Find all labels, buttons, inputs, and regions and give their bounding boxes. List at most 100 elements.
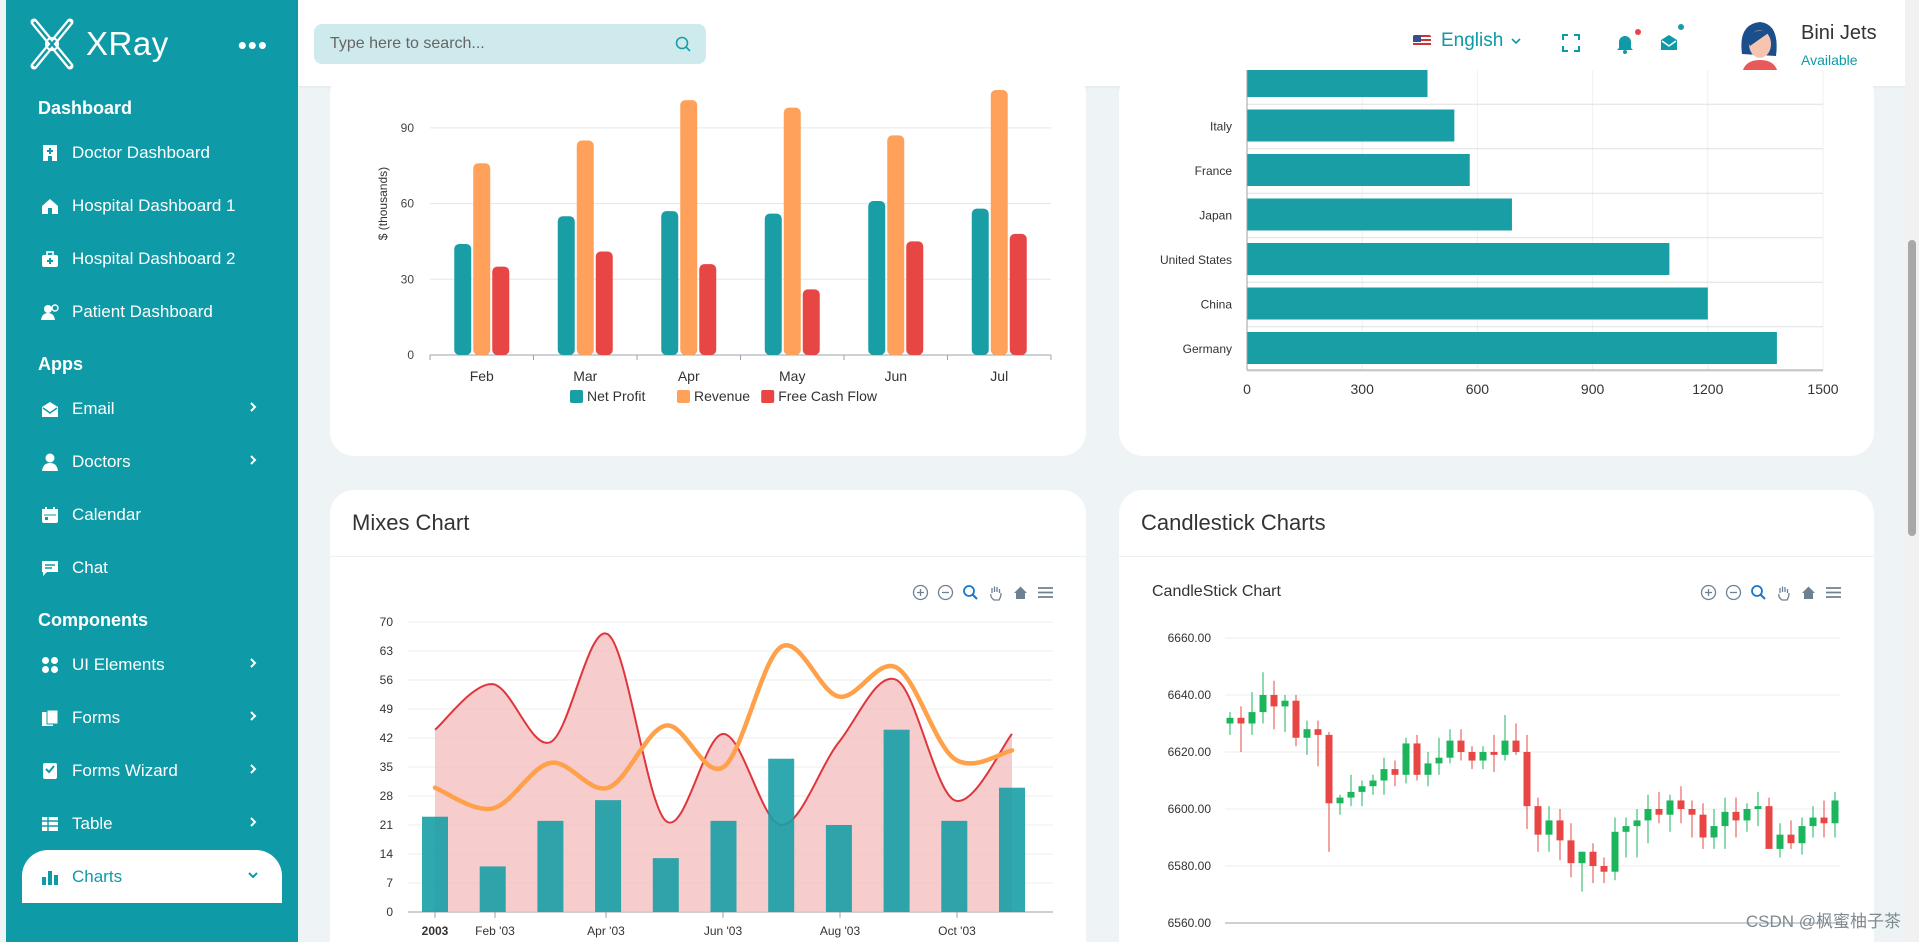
user-avatar[interactable] bbox=[1734, 14, 1784, 74]
y-tick-label: 0 bbox=[386, 905, 393, 919]
bar bbox=[1247, 70, 1428, 97]
calendar-icon bbox=[40, 505, 60, 525]
column-bar bbox=[768, 758, 795, 912]
x-tick-label: Jun bbox=[884, 368, 907, 384]
candle-body bbox=[1270, 695, 1278, 707]
y-tick-label: 63 bbox=[380, 644, 394, 658]
y-tick-label: 21 bbox=[380, 818, 394, 832]
sidebar-item-doctors[interactable]: Doctors bbox=[6, 435, 298, 488]
y-tick-label: 7 bbox=[386, 876, 393, 890]
bar-free-cash-flow bbox=[802, 289, 820, 355]
legend-label: Revenue bbox=[694, 388, 750, 404]
candle-body bbox=[1699, 814, 1707, 838]
y-tick-label: 6660.00 bbox=[1168, 631, 1212, 645]
sidebar-item-ui-elements[interactable]: UI Elements bbox=[6, 638, 298, 691]
bar-chart-icon bbox=[40, 867, 60, 887]
bar-free-cash-flow bbox=[595, 251, 613, 355]
column-bar bbox=[825, 825, 852, 912]
candle-body bbox=[1226, 717, 1234, 724]
scrollbar-thumb[interactable] bbox=[1908, 240, 1916, 536]
x-tick-label: 1500 bbox=[1807, 381, 1838, 397]
x-tick-label: Apr '03 bbox=[587, 924, 625, 938]
candle-body bbox=[1402, 743, 1410, 775]
bar bbox=[1247, 154, 1470, 186]
candlestick-chart: 6560.00 6580.00 6600.00 6620.00 6640.00 6660.… bbox=[1168, 631, 1840, 930]
sidebar-item-label: UI Elements bbox=[72, 654, 165, 674]
sidebar-item-table[interactable]: Table bbox=[6, 797, 298, 850]
brand[interactable]: XRay ••• bbox=[6, 0, 298, 88]
column-bar bbox=[883, 729, 910, 912]
home-icon bbox=[40, 196, 60, 216]
sidebar-item-charts[interactable]: Charts bbox=[22, 850, 282, 903]
y-tick-label: 35 bbox=[380, 760, 394, 774]
candle-body bbox=[1556, 820, 1564, 841]
y-axis-label: $ (thousands) bbox=[376, 167, 390, 240]
candle-body bbox=[1446, 740, 1454, 758]
x-tick-label: 1200 bbox=[1692, 381, 1723, 397]
sidebar-item-patient-dashboard[interactable]: Patient Dashboard bbox=[6, 285, 298, 338]
bar-free-cash-flow bbox=[492, 266, 510, 355]
sidebar-item-calendar[interactable]: Calendar bbox=[6, 488, 298, 541]
y-tick-label: 30 bbox=[401, 272, 415, 286]
more-options-icon[interactable]: ••• bbox=[238, 30, 268, 61]
candle-body bbox=[1325, 734, 1333, 804]
x-tick-label: Apr bbox=[678, 368, 700, 384]
column-bar bbox=[941, 820, 968, 912]
sidebar-item-hospital-dashboard-2[interactable]: Hospital Dashboard 2 bbox=[6, 232, 298, 285]
users-icon bbox=[40, 302, 60, 322]
search-box bbox=[314, 24, 706, 64]
email-icon bbox=[40, 399, 60, 419]
y-tick-label: 6640.00 bbox=[1168, 688, 1212, 702]
bar-revenue bbox=[783, 107, 801, 355]
bar bbox=[1247, 332, 1777, 364]
column-bar bbox=[595, 800, 622, 912]
candle-body bbox=[1809, 817, 1817, 827]
candle-body bbox=[1831, 800, 1839, 824]
candle-body bbox=[1633, 820, 1641, 827]
sidebar-item-doctor-dashboard[interactable]: Doctor Dashboard bbox=[6, 126, 298, 179]
grid-icon bbox=[40, 655, 60, 675]
y-tick-label: 90 bbox=[401, 121, 415, 135]
legend-marker bbox=[761, 390, 775, 403]
legend-marker bbox=[570, 390, 583, 403]
candle-body bbox=[1336, 797, 1344, 804]
candle-body bbox=[1567, 840, 1575, 864]
candle-body bbox=[1292, 700, 1300, 738]
candle-body bbox=[1512, 740, 1520, 752]
search-input[interactable] bbox=[330, 35, 650, 53]
candle-body bbox=[1501, 740, 1509, 755]
bar-net-profit bbox=[764, 213, 782, 355]
user-name[interactable]: Bini Jets bbox=[1801, 22, 1877, 45]
mail-icon[interactable] bbox=[1658, 32, 1680, 54]
sidebar-item-label: Forms Wizard bbox=[72, 760, 178, 780]
bar bbox=[1247, 109, 1455, 142]
sidebar-item-chat[interactable]: Chat bbox=[6, 541, 298, 594]
sidebar-item-email[interactable]: Email bbox=[6, 382, 298, 435]
candle-body bbox=[1798, 826, 1806, 844]
mail-dot bbox=[1678, 24, 1684, 30]
search-icon[interactable] bbox=[674, 35, 692, 53]
fullscreen-icon[interactable] bbox=[1560, 32, 1582, 54]
y-category-label: Germany bbox=[1183, 342, 1232, 356]
sidebar-nav: Dashboard Doctor Dashboard Hospital Dashbo… bbox=[6, 90, 298, 903]
candle-body bbox=[1380, 769, 1388, 781]
chevron-right-icon bbox=[246, 814, 260, 834]
candle-body bbox=[1248, 712, 1256, 724]
sidebar-item-hospital-dashboard-1[interactable]: Hospital Dashboard 1 bbox=[6, 179, 298, 232]
bar bbox=[1247, 198, 1512, 231]
language-selector[interactable]: English bbox=[1413, 30, 1523, 52]
candle-body bbox=[1468, 752, 1476, 761]
medical-kit-icon bbox=[40, 249, 60, 269]
sidebar-item-label: Calendar bbox=[72, 504, 141, 524]
page-scrollbar[interactable] bbox=[1905, 0, 1919, 942]
sidebar-item-forms[interactable]: Forms bbox=[6, 691, 298, 744]
x-tick-label: Oct '03 bbox=[938, 924, 976, 938]
bell-icon[interactable] bbox=[1614, 32, 1636, 54]
sidebar-item-label: Doctor Dashboard bbox=[72, 142, 210, 162]
watermark: CSDN @枫蜜柚子茶 bbox=[1745, 912, 1901, 931]
candle-body bbox=[1358, 786, 1366, 792]
candle-body bbox=[1776, 834, 1784, 849]
x-tick-label: 300 bbox=[1351, 381, 1375, 397]
candle-body bbox=[1424, 763, 1432, 775]
sidebar-item-forms-wizard[interactable]: Forms Wizard bbox=[6, 744, 298, 797]
